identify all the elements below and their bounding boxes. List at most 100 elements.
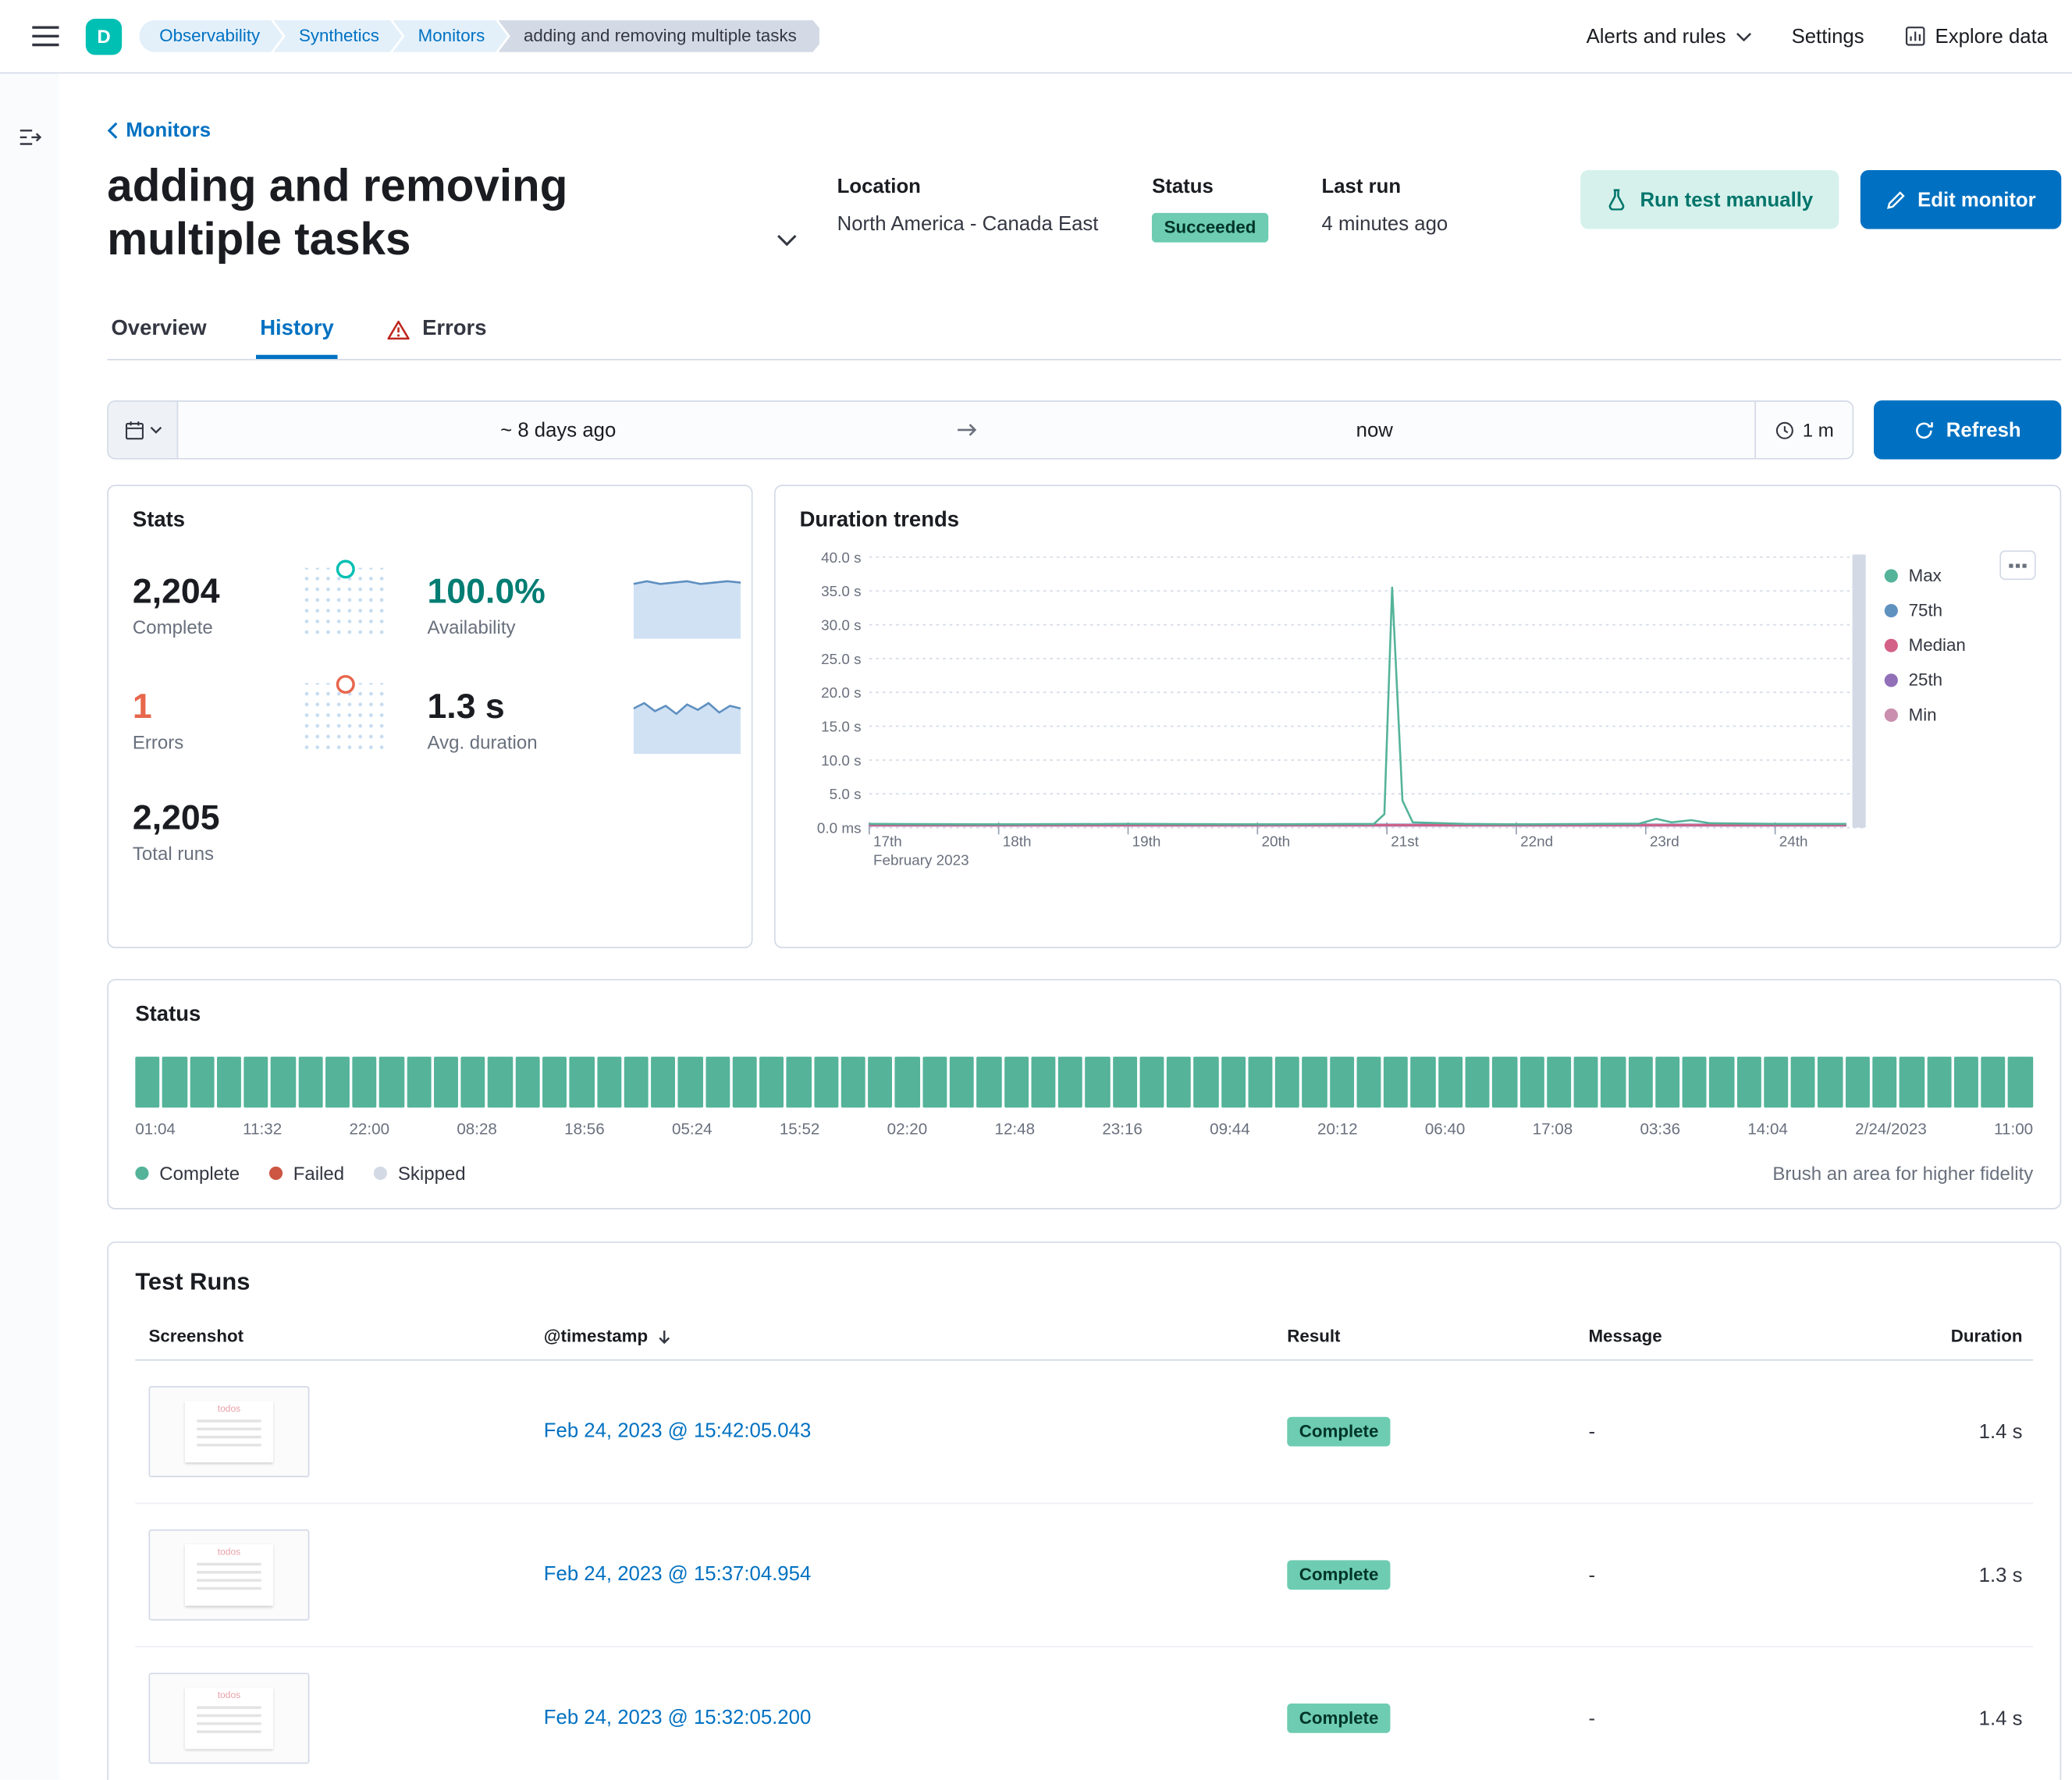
status-bar[interactable] [1981,1057,2005,1107]
status-bar[interactable] [1954,1057,1978,1107]
status-bar[interactable] [705,1057,730,1107]
status-bar[interactable] [1818,1057,1843,1107]
legend-item[interactable]: 75th [1885,600,2027,620]
status-bar[interactable] [1683,1057,1707,1107]
date-range-start[interactable]: ~ 8 days ago [178,402,938,458]
column-timestamp-sort[interactable]: @timestamp [544,1326,672,1346]
status-bar[interactable] [1601,1057,1625,1107]
status-bar[interactable] [570,1057,594,1107]
status-bar[interactable] [977,1057,1001,1107]
status-bar[interactable] [787,1057,811,1107]
space-avatar[interactable]: D [86,18,122,54]
refresh-button[interactable]: Refresh [1874,401,2061,460]
status-bar[interactable] [1275,1057,1299,1107]
status-bar[interactable] [325,1057,350,1107]
status-bar[interactable] [353,1057,377,1107]
status-bar[interactable] [814,1057,838,1107]
status-bar[interactable] [624,1057,648,1107]
status-bar[interactable] [1492,1057,1516,1107]
status-bar[interactable] [1791,1057,1815,1107]
status-bar[interactable] [1900,1057,1924,1107]
breadcrumb-monitors[interactable]: Monitors [393,20,507,52]
run-timestamp-link[interactable]: Feb 24, 2023 @ 15:32:05.200 [544,1707,811,1729]
monitor-details-toggle-icon[interactable] [772,226,802,256]
duration-chart-svg[interactable]: 40.0 s35.0 s30.0 s25.0 s20.0 s15.0 s10.0… [800,544,1885,879]
tab-overview[interactable]: Overview [107,304,210,359]
status-bar[interactable] [1519,1057,1544,1107]
edit-monitor-button[interactable]: Edit monitor [1860,170,2061,229]
status-bar[interactable] [1086,1057,1110,1107]
legend-item[interactable]: Skipped [374,1163,466,1184]
status-bar[interactable] [841,1057,865,1107]
run-screenshot-thumbnail[interactable]: todos [149,1387,310,1478]
legend-item[interactable]: Median [1885,635,2027,656]
status-bar[interactable] [1846,1057,1870,1107]
status-bar[interactable] [733,1057,757,1107]
status-bar[interactable] [950,1057,974,1107]
expand-sidebar-icon[interactable] [12,122,46,157]
status-bar[interactable] [1927,1057,1951,1107]
run-screenshot-thumbnail[interactable]: todos [149,1673,310,1764]
status-bar[interactable] [1411,1057,1435,1107]
status-bar[interactable] [1655,1057,1679,1107]
status-bar[interactable] [1466,1057,1490,1107]
status-bar[interactable] [1710,1057,1734,1107]
legend-item[interactable]: Min [1885,705,2027,725]
status-bar[interactable] [1330,1057,1354,1107]
run-test-manually-button[interactable]: Run test manually [1581,170,1839,229]
status-bar[interactable] [190,1057,214,1107]
status-bar[interactable] [434,1057,458,1107]
status-bar[interactable] [162,1057,187,1107]
status-bar[interactable] [1303,1057,1327,1107]
status-bar[interactable] [271,1057,295,1107]
run-screenshot-thumbnail[interactable]: todos [149,1530,310,1621]
status-bar[interactable] [488,1057,512,1107]
status-bar[interactable] [379,1057,403,1107]
explore-data-link[interactable]: Explore data [1904,25,2048,48]
alerts-and-rules-menu[interactable]: Alerts and rules [1587,25,1751,48]
status-bar[interactable] [515,1057,539,1107]
status-bar[interactable] [1004,1057,1028,1107]
status-bar[interactable] [651,1057,675,1107]
quick-select-menu[interactable] [108,402,178,458]
status-bar[interactable] [1031,1057,1055,1107]
status-bar[interactable] [407,1057,431,1107]
tab-history[interactable]: History [256,304,338,359]
status-bar[interactable] [1139,1057,1164,1107]
status-bar[interactable] [1628,1057,1652,1107]
status-bar[interactable] [135,1057,159,1107]
status-bars[interactable] [135,1057,2033,1107]
status-bar[interactable] [1356,1057,1381,1107]
status-bar[interactable] [1736,1057,1761,1107]
status-bar[interactable] [1547,1057,1571,1107]
refresh-interval-control[interactable]: 1 m [1754,402,1852,458]
chart-options-icon[interactable] [1999,551,2035,581]
status-bar[interactable] [1058,1057,1082,1107]
status-bar[interactable] [1764,1057,1788,1107]
status-bar[interactable] [895,1057,919,1107]
status-bar[interactable] [1438,1057,1462,1107]
date-range-end[interactable]: now [994,402,1754,458]
status-bar[interactable] [2008,1057,2032,1107]
status-bar[interactable] [1167,1057,1191,1107]
status-bar[interactable] [922,1057,947,1107]
status-bar[interactable] [1574,1057,1598,1107]
breadcrumb-observability[interactable]: Observability [139,20,283,52]
run-timestamp-link[interactable]: Feb 24, 2023 @ 15:42:05.043 [544,1420,811,1443]
legend-item[interactable]: 25th [1885,670,2027,690]
tab-errors[interactable]: Errors [383,304,490,359]
status-bar[interactable] [597,1057,621,1107]
run-timestamp-link[interactable]: Feb 24, 2023 @ 15:37:04.954 [544,1563,811,1586]
status-bar[interactable] [1248,1057,1272,1107]
status-bar[interactable] [678,1057,702,1107]
legend-item[interactable]: Complete [135,1163,240,1184]
back-to-monitors-link[interactable]: Monitors [107,119,211,142]
status-bar[interactable] [1872,1057,1896,1107]
status-bar[interactable] [243,1057,268,1107]
main-menu-icon[interactable] [24,17,67,55]
status-bar[interactable] [1384,1057,1408,1107]
status-bar[interactable] [1221,1057,1246,1107]
status-bar[interactable] [298,1057,322,1107]
status-bar[interactable] [217,1057,241,1107]
breadcrumb-synthetics[interactable]: Synthetics [273,20,402,52]
